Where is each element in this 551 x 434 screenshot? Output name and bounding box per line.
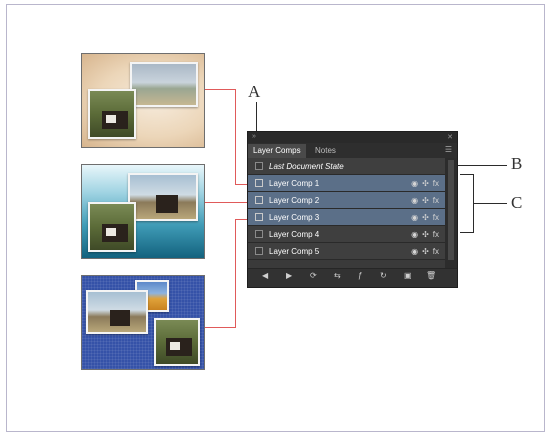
leader-line-1-v (235, 89, 236, 184)
visibility-icon: ◉ (411, 230, 419, 239)
leader-line-3-v (235, 219, 236, 328)
layer-comp-row-3[interactable]: Layer Comp 3 ◉ ✣ fx (248, 209, 445, 226)
row-icons: ◉ ✣ fx (407, 209, 439, 226)
cow-photo (88, 89, 136, 139)
panel-title-bar[interactable]: » ✕ (248, 132, 457, 143)
apply-comp-checkbox[interactable] (255, 247, 263, 255)
previous-comp-icon[interactable]: ◀ (262, 271, 268, 280)
callout-b: B (511, 154, 523, 173)
layer-comp-row-5[interactable]: Layer Comp 5 ◉ ✣ fx (248, 243, 445, 260)
position-icon: ✣ (422, 196, 429, 205)
new-comp-icon[interactable]: ▣ (404, 271, 412, 280)
effects-icon: fx (432, 196, 439, 205)
leader-line-3-h (205, 327, 236, 328)
position-icon: ✣ (422, 179, 429, 188)
callout-a: A (248, 82, 261, 101)
layer-comp-row-4[interactable]: Layer Comp 4 ◉ ✣ fx (248, 226, 445, 243)
effects-icon: fx (432, 230, 439, 239)
visibility-icon: ◉ (411, 179, 419, 188)
callout-c: C (511, 193, 523, 212)
position-icon: ✣ (422, 247, 429, 256)
panel-tabs: Layer Comps Notes ☰ (248, 143, 457, 158)
cow-photo (88, 202, 136, 252)
leader-line-1-h (205, 89, 236, 90)
apply-comp-checkbox[interactable] (255, 196, 263, 204)
leader-line-2 (205, 202, 253, 203)
row-icons: ◉ ✣ fx (407, 226, 439, 243)
last-document-state-row[interactable]: Last Document State (248, 158, 445, 175)
layer-comp-row-1[interactable]: Layer Comp 1 ◉ ✣ fx (248, 175, 445, 192)
row-label: Layer Comp 3 (269, 213, 320, 222)
position-icon: ✣ (422, 213, 429, 222)
layer-comp-thumbnail-1 (81, 53, 205, 148)
layer-comp-thumbnail-3 (81, 275, 205, 370)
row-label: Layer Comp 1 (269, 179, 320, 188)
effects-icon: fx (432, 179, 439, 188)
tab-layer-comps[interactable]: Layer Comps (248, 144, 306, 158)
effects-icon: fx (432, 247, 439, 256)
row-icons: ◉ ✣ fx (407, 243, 439, 260)
trash-icon[interactable]: 🗑 (426, 271, 436, 280)
apply-comp-checkbox[interactable] (255, 213, 263, 221)
row-label: Layer Comp 4 (269, 230, 320, 239)
close-icon[interactable]: ✕ (447, 133, 453, 141)
callout-c-bracket-top (460, 174, 474, 175)
effects-icon: fx (432, 213, 439, 222)
panel-menu-icon[interactable]: ☰ (445, 145, 452, 154)
position-icon: ✣ (422, 230, 429, 239)
apply-comp-checkbox[interactable] (255, 179, 263, 187)
update-appearance-icon[interactable]: ƒ (358, 271, 362, 280)
row-label: Layer Comp 2 (269, 196, 320, 205)
visibility-icon: ◉ (411, 196, 419, 205)
row-label: Last Document State (269, 162, 344, 171)
mountain-photo (130, 62, 198, 107)
tab-notes[interactable]: Notes (310, 144, 341, 158)
visibility-icon: ◉ (411, 247, 419, 256)
panel-toolbar: ◀ ▶ ⟳ ⇆ ƒ ↻ ▣ 🗑 (248, 268, 457, 287)
update-position-icon[interactable]: ⇆ (334, 271, 341, 280)
barn-photo (86, 290, 148, 334)
layer-comp-thumbnail-2 (81, 164, 205, 259)
callout-c-pointer (474, 203, 507, 204)
layer-comps-panel: » ✕ Layer Comps Notes ☰ Last Document St… (247, 131, 458, 288)
update-comp-icon[interactable]: ↻ (380, 271, 387, 280)
barn-photo (128, 173, 198, 221)
panel-scrollbar[interactable] (445, 158, 457, 272)
update-visibility-icon[interactable]: ⟳ (310, 271, 317, 280)
collapse-icon[interactable]: » (252, 133, 256, 140)
visibility-icon: ◉ (411, 213, 419, 222)
layer-comp-row-2[interactable]: Layer Comp 2 ◉ ✣ fx (248, 192, 445, 209)
callout-c-bracket-bottom (460, 232, 474, 233)
row-label: Layer Comp 5 (269, 247, 320, 256)
row-icons: ◉ ✣ fx (407, 192, 439, 209)
apply-comp-checkbox[interactable] (255, 162, 263, 170)
cow-photo (154, 318, 200, 366)
row-icons: ◉ ✣ fx (407, 175, 439, 192)
scrollbar-thumb[interactable] (448, 160, 454, 260)
next-comp-icon[interactable]: ▶ (286, 271, 292, 280)
apply-comp-checkbox[interactable] (255, 230, 263, 238)
